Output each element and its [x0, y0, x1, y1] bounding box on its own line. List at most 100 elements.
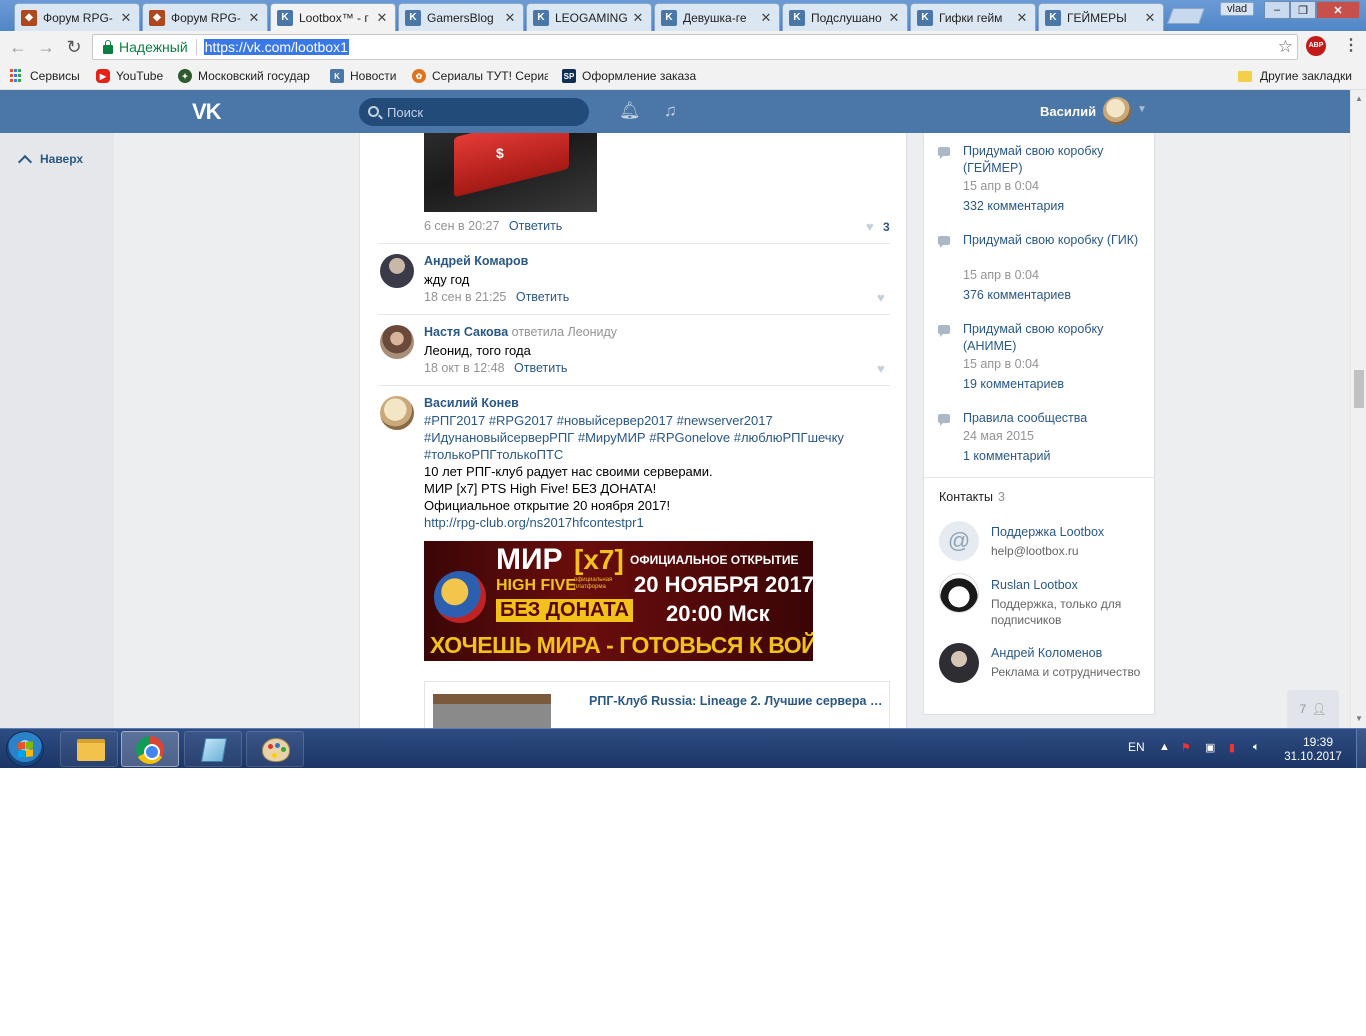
tray-device-icon[interactable]: ▣ [1205, 741, 1215, 754]
avatar[interactable] [380, 396, 414, 430]
scroll-up-button[interactable]: Наверх [17, 151, 83, 170]
discussion-topic[interactable]: Придумай свою коробку (ГЕЙМЕР) 15 апр в … [938, 143, 1148, 223]
tab-close-icon[interactable]: ✕ [759, 10, 773, 26]
author-name[interactable]: Андрей Комаров [424, 254, 528, 268]
author-name[interactable]: Василий Конев [424, 396, 519, 410]
browser-tab[interactable]: ◆ Форум RPG- ✕ [14, 3, 140, 31]
comment-author[interactable]: Василий Конев [424, 396, 519, 410]
taskbar-paint[interactable] [246, 731, 304, 767]
person-avatar[interactable] [939, 643, 979, 683]
topic-comment-count[interactable]: 19 комментариев [963, 377, 1064, 391]
bell-icon[interactable]: 🔔︎ [619, 102, 641, 119]
at-sign-icon[interactable]: @ [939, 521, 979, 561]
tab-close-icon[interactable]: ✕ [119, 10, 133, 26]
bookmark-item[interactable]: ✿ Сериалы ТУТ! Сериа [412, 69, 548, 83]
other-bookmarks[interactable]: Другие закладки [1238, 69, 1352, 83]
url-text[interactable]: https://vk.com/lootbox1 [203, 39, 349, 55]
tab-close-icon[interactable]: ✕ [375, 10, 389, 26]
avatar[interactable] [380, 325, 414, 359]
topic-comment-count[interactable]: 1 комментарий [963, 449, 1050, 463]
comment-date[interactable]: 18 сен в 21:25 [424, 290, 506, 304]
forward-arrow-icon[interactable]: → [34, 36, 58, 60]
bookmark-item[interactable]: K Новости [330, 69, 396, 83]
tab-close-icon[interactable]: ✕ [503, 10, 517, 26]
show-desktop-button[interactable] [1356, 729, 1366, 768]
heart-icon[interactable]: ♥ [877, 290, 885, 305]
link-preview-card[interactable]: РПГ-Клуб Russia: Lineage 2. Лучшие серве… [424, 681, 890, 728]
comment-photo[interactable]: $ [424, 133, 597, 212]
scroll-down-arrow-icon[interactable]: ▼ [1355, 714, 1363, 723]
contacts-heading[interactable]: Контакты 3 [939, 490, 1005, 504]
like-count[interactable]: 3 [883, 220, 890, 234]
address-bar[interactable]: Надежный https://vk.com/lootbox1 ☆ [92, 34, 1298, 60]
user-avatar[interactable] [1103, 97, 1131, 125]
bookmark-item[interactable]: ✦ Московский государ [178, 69, 314, 83]
browser-tab[interactable]: K ГЕЙМЕРЫ ✕ [1038, 3, 1164, 31]
scroll-thumb[interactable] [1354, 370, 1364, 408]
scrollbar[interactable]: ▲ ▼ [1350, 90, 1366, 728]
menu-dots-icon[interactable]: ⋮ [1343, 35, 1359, 55]
hashtags[interactable]: #РПГ2017 #RPG2017 #новыйсервер2017 #news… [424, 412, 884, 463]
discussion-topic[interactable]: Придумай свою коробку (АНИМЕ) 15 апр в 0… [938, 321, 1148, 401]
comment-author[interactable]: Настя Сакова ответила Леониду [424, 325, 617, 339]
avatar[interactable] [380, 254, 414, 288]
minimize-icon[interactable]: – [1264, 1, 1290, 19]
comment-date[interactable]: 6 сен в 20:27 [424, 219, 499, 233]
user-name[interactable]: Василий [1040, 104, 1096, 119]
discussion-topic[interactable]: Придумай свою коробку (ГИК) 15 апр в 0:0… [938, 232, 1148, 312]
tray-flag-icon[interactable]: ⚑ [1181, 741, 1191, 754]
new-tab-button[interactable] [1167, 8, 1205, 24]
tab-close-icon[interactable]: ✕ [1143, 10, 1157, 26]
taskbar-chrome[interactable] [121, 731, 179, 767]
discussion-topic[interactable]: Правила сообщества 24 мая 2015 1 коммент… [938, 410, 1148, 470]
link-card-title[interactable]: РПГ-Клуб Russia: Lineage 2. Лучшие серве… [589, 693, 884, 710]
tray-expand-icon[interactable]: ▲ [1159, 741, 1170, 753]
tab-close-icon[interactable]: ✕ [887, 10, 901, 26]
tab-close-icon[interactable]: ✕ [1015, 10, 1029, 26]
clock-time[interactable]: 19:39 [1290, 735, 1346, 750]
browser-tab[interactable]: K Девушка-ге ✕ [654, 3, 780, 31]
comment-author[interactable]: Андрей Комаров [424, 254, 528, 268]
reply-link[interactable]: Ответить [509, 219, 562, 233]
back-arrow-icon[interactable]: ← [6, 36, 30, 60]
tab-close-icon[interactable]: ✕ [631, 10, 645, 26]
topic-comment-count[interactable]: 332 комментария [963, 199, 1064, 213]
maximize-icon[interactable]: ❐ [1290, 1, 1316, 19]
star-icon[interactable]: ☆ [1278, 37, 1293, 57]
browser-tab[interactable]: ◆ Форум RPG- ✕ [142, 3, 268, 31]
taskbar-explorer[interactable] [60, 731, 118, 767]
vk-logo[interactable]: VK [192, 99, 222, 125]
browser-tab[interactable]: K LEOGAMING ✕ [526, 3, 652, 31]
bookmark-item[interactable]: ▶ YouTube [96, 69, 163, 83]
taskbar-notepad[interactable] [184, 731, 242, 767]
bookmark-item[interactable]: SP Оформление заказа [562, 69, 698, 83]
tray-network-icon[interactable]: ▮ [1229, 741, 1235, 754]
search-input[interactable]: Поиск [359, 98, 589, 126]
tray-volume-icon[interactable]: 🔈︎ [1253, 741, 1260, 754]
browser-tab[interactable]: K GamersBlog ✕ [398, 3, 524, 31]
promo-banner[interactable]: МИР [x7] HIGH FIVE официальная платформа… [424, 541, 813, 661]
heart-icon[interactable]: ♥ [877, 361, 885, 376]
bookmark-item[interactable]: Сервисы [10, 69, 80, 83]
heart-icon[interactable]: ♥ [866, 219, 874, 234]
topic-title[interactable]: Правила сообщества [963, 410, 1148, 427]
topic-title[interactable]: Придумай свою коробку (ГИК) [963, 232, 1148, 249]
browser-tab-active[interactable]: K Lootbox™ - г ✕ [270, 3, 396, 31]
reply-link[interactable]: Ответить [514, 361, 567, 375]
language-indicator[interactable]: EN [1128, 740, 1145, 754]
online-friends-chip[interactable]: 7 👤︎ [1287, 690, 1339, 728]
reply-link[interactable]: Ответить [516, 290, 569, 304]
music-icon[interactable]: ♫ [664, 101, 677, 121]
scroll-up-arrow-icon[interactable]: ▲ [1355, 94, 1363, 103]
contact-name[interactable]: Поддержка Lootbox [991, 525, 1104, 539]
author-name[interactable]: Настя Сакова [424, 325, 508, 339]
penguin-avatar[interactable] [939, 573, 979, 613]
tab-close-icon[interactable]: ✕ [247, 10, 261, 26]
topic-comment-count[interactable]: 376 комментариев [963, 288, 1071, 302]
comment-date[interactable]: 18 окт в 12:48 [424, 361, 505, 375]
close-window-icon[interactable]: ✕ [1316, 1, 1360, 19]
contact-name[interactable]: Андрей Коломенов [991, 646, 1102, 660]
contacts-title[interactable]: Контакты [939, 490, 993, 504]
chevron-down-icon[interactable]: ▼ [1137, 104, 1147, 115]
post-link[interactable]: http://rpg-club.org/ns2017hfcontestpr1 [424, 515, 644, 530]
